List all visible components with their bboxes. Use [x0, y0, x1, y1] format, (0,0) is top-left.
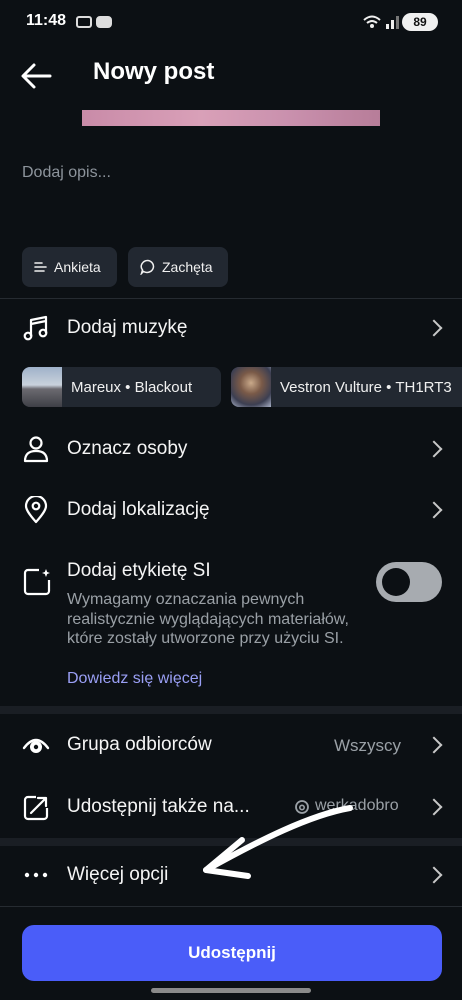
divider — [0, 906, 462, 907]
back-arrow-icon[interactable] — [20, 62, 52, 90]
album-cover — [22, 367, 62, 407]
chevron-right-icon[interactable] — [425, 501, 443, 519]
toggle-knob — [382, 568, 410, 596]
eye-icon — [22, 738, 50, 753]
learn-more-link[interactable]: Dowiedz się więcej — [67, 670, 202, 688]
prompt-chip[interactable]: Zachęta — [128, 247, 228, 287]
screen-record-icon — [76, 16, 92, 28]
add-music-label[interactable]: Dodaj muzykę — [67, 317, 187, 339]
add-location-label[interactable]: Dodaj lokalizację — [67, 499, 210, 521]
status-time: 11:48 — [26, 12, 67, 29]
share-button[interactable]: Udostępnij — [22, 925, 442, 981]
page-title: Nowy post — [93, 58, 215, 85]
music-note-icon — [23, 315, 48, 341]
album-cover — [231, 367, 271, 407]
chevron-right-icon[interactable] — [425, 798, 443, 816]
audience-value: Wszyscy — [333, 736, 401, 755]
music-suggestion-card[interactable]: Mareux • Blackout — [22, 367, 221, 407]
app-notification-icon — [96, 16, 112, 28]
audience-label[interactable]: Grupa odbiorców — [67, 734, 212, 756]
prompt-chip-label: Zachęta — [162, 259, 213, 275]
ai-label-toggle[interactable] — [376, 562, 442, 602]
annotation-arrow — [203, 805, 353, 879]
share-arrow-icon — [23, 795, 49, 821]
music-suggestion-text: Mareux • Blackout — [71, 378, 193, 396]
music-suggestion-text: Vestron Vulture • TH1RT3 — [280, 378, 452, 396]
poll-chip[interactable]: Ankieta — [22, 247, 117, 287]
home-indicator[interactable] — [151, 988, 311, 993]
poll-icon — [34, 262, 47, 272]
post-image-preview[interactable] — [82, 110, 380, 126]
more-options-label[interactable]: Więcej opcji — [67, 864, 168, 886]
location-pin-icon — [24, 496, 48, 524]
speech-bubble-icon — [140, 259, 155, 275]
person-icon — [23, 436, 49, 463]
chevron-right-icon[interactable] — [425, 736, 443, 754]
more-dots-icon — [24, 872, 48, 878]
chevron-right-icon[interactable] — [425, 866, 443, 884]
divider — [0, 298, 462, 299]
chevron-right-icon[interactable] — [425, 440, 443, 458]
ai-label-title: Dodaj etykietę SI — [67, 560, 211, 581]
tag-people-label[interactable]: Oznacz osoby — [67, 438, 187, 460]
music-suggestion-card[interactable]: Vestron Vulture • TH1RT3 — [231, 367, 462, 407]
ai-label-description: Wymagamy oznaczania pewnych realistyczni… — [67, 591, 349, 647]
section-divider — [0, 706, 462, 714]
caption-input[interactable]: Dodaj opis... — [22, 164, 111, 182]
chevron-right-icon[interactable] — [425, 319, 443, 337]
ai-label-icon — [23, 568, 51, 596]
signal-wifi-icon — [363, 15, 399, 29]
battery-indicator: 89 — [402, 13, 438, 31]
poll-chip-label: Ankieta — [54, 259, 101, 275]
